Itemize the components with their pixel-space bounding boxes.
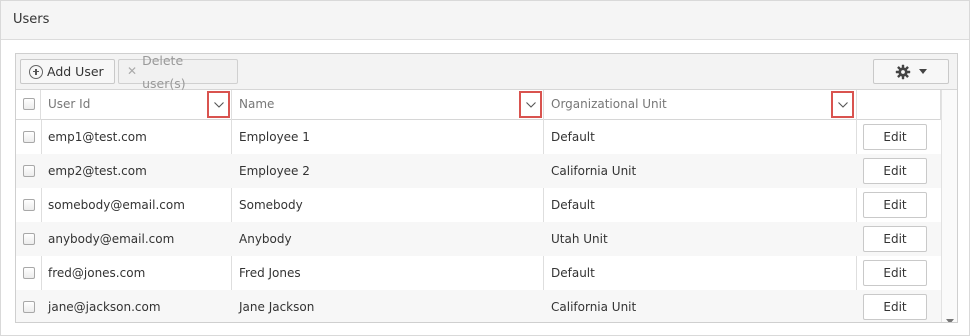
caret-down-icon [919, 69, 927, 74]
settings-menu-button[interactable] [873, 59, 949, 84]
chevron-down-icon [525, 101, 536, 108]
user-id-cell: somebody@email.com [48, 198, 185, 212]
actions-cell: Edit [857, 290, 941, 322]
delete-users-button[interactable]: ✕ Delete user(s) [118, 54, 238, 91]
row-checkbox[interactable] [23, 301, 35, 313]
column-label-org-unit: Organizational Unit [551, 97, 667, 111]
actions-cell: Edit [857, 120, 941, 154]
org-unit-cell: Default [551, 130, 595, 144]
user-id-cell: emp2@test.com [48, 164, 147, 178]
actions-cell: Edit [857, 154, 941, 188]
select-all-cell [16, 90, 41, 120]
edit-button[interactable]: Edit [863, 158, 927, 184]
org-unit-cell: Default [551, 198, 595, 212]
org-unit-cell: Default [551, 266, 595, 280]
row-checkbox[interactable] [23, 165, 35, 177]
row-checkbox[interactable] [23, 267, 35, 279]
row-checkbox[interactable] [23, 131, 35, 143]
org-unit-cell: Utah Unit [551, 232, 608, 246]
users-grid: Add User ✕ Delete user(s) User Id Name O… [15, 53, 958, 323]
delete-users-label: Delete user(s) [142, 53, 186, 91]
column-header-org-unit[interactable]: Organizational Unit [544, 90, 857, 120]
table-row[interactable]: anybody@email.com Anybody Utah Unit Edit [16, 222, 941, 256]
user-id-sort-toggle[interactable] [207, 91, 230, 118]
table-row[interactable]: emp1@test.com Employee 1 Default Edit [16, 120, 941, 154]
gear-icon [895, 64, 911, 79]
column-header-actions [857, 90, 941, 120]
column-label-user-id: User Id [48, 97, 91, 111]
name-cell: Jane Jackson [239, 300, 315, 314]
chevron-down-icon [213, 101, 224, 108]
edit-button[interactable]: Edit [863, 124, 927, 150]
users-panel: Users Add User ✕ Delete user(s) User Id … [0, 0, 970, 336]
row-checkbox[interactable] [23, 199, 35, 211]
edit-button[interactable]: Edit [863, 260, 927, 286]
column-header-user-id[interactable]: User Id [41, 90, 232, 120]
actions-cell: Edit [857, 256, 941, 290]
org-unit-cell: California Unit [551, 164, 637, 178]
edit-button[interactable]: Edit [863, 192, 927, 218]
table-row[interactable]: emp2@test.com Employee 2 California Unit… [16, 154, 941, 188]
chevron-down-icon [837, 101, 848, 108]
table-row[interactable]: fred@jones.com Fred Jones Default Edit [16, 256, 941, 290]
select-all-checkbox[interactable] [23, 98, 35, 110]
name-cell: Employee 2 [239, 164, 310, 178]
name-cell: Anybody [239, 232, 292, 246]
column-header-name[interactable]: Name [232, 90, 544, 120]
org-unit-cell: California Unit [551, 300, 637, 314]
table-row[interactable]: jane@jackson.com Jane Jackson California… [16, 290, 941, 322]
actions-cell: Edit [857, 188, 941, 222]
table-row[interactable]: somebody@email.com Somebody Default Edit [16, 188, 941, 222]
user-id-cell: fred@jones.com [48, 266, 146, 280]
edit-button[interactable]: Edit [863, 226, 927, 252]
add-user-label: Add User [47, 64, 104, 79]
scroll-down-icon[interactable] [946, 319, 954, 322]
user-id-cell: emp1@test.com [48, 130, 147, 144]
row-checkbox[interactable] [23, 233, 35, 245]
name-cell: Somebody [239, 198, 303, 212]
name-cell: Employee 1 [239, 130, 310, 144]
add-circle-icon [29, 64, 43, 79]
user-id-cell: anybody@email.com [48, 232, 175, 246]
name-sort-toggle[interactable] [519, 91, 542, 118]
user-id-cell: jane@jackson.com [48, 300, 161, 314]
edit-button[interactable]: Edit [863, 294, 927, 320]
panel-title: Users [1, 1, 969, 40]
vertical-scrollbar[interactable] [941, 90, 957, 322]
add-user-button[interactable]: Add User [20, 59, 115, 84]
name-cell: Fred Jones [239, 266, 301, 280]
actions-cell: Edit [857, 222, 941, 256]
org-unit-sort-toggle[interactable] [831, 91, 854, 118]
grid-toolbar: Add User ✕ Delete user(s) [16, 54, 957, 91]
close-icon: ✕ [127, 64, 138, 78]
column-label-name: Name [239, 97, 275, 111]
grid-header: User Id Name Organizational Unit [16, 90, 957, 120]
